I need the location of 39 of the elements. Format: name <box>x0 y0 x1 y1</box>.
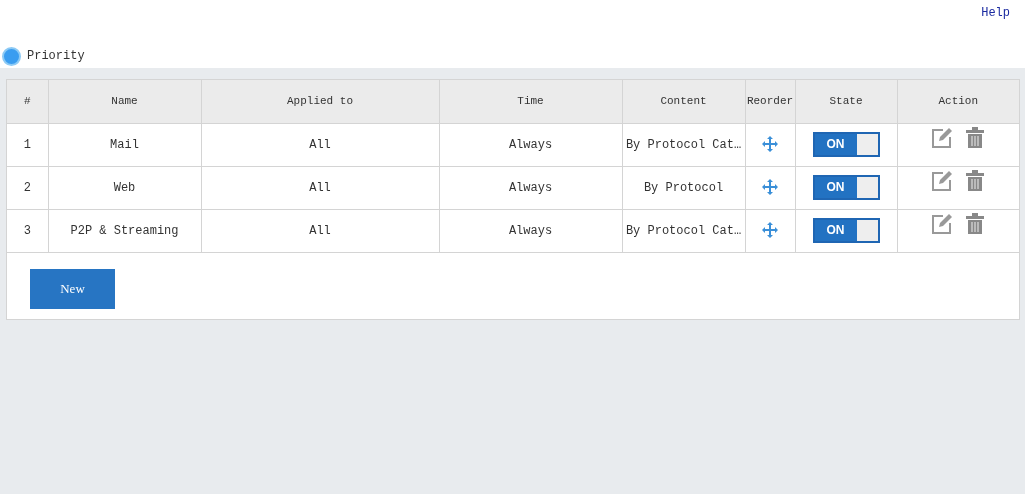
table-cell: Web <box>48 166 201 209</box>
move-icon[interactable] <box>762 222 778 239</box>
table-cell: P2P & Streaming <box>48 209 201 252</box>
new-button[interactable]: New <box>30 268 115 309</box>
table-cell: By Protocol <box>622 166 745 209</box>
section-title: Priority <box>27 48 85 65</box>
table-cell: All <box>201 209 439 252</box>
edit-icon[interactable] <box>932 127 953 148</box>
table-cell: Always <box>439 166 622 209</box>
column-header: State <box>795 80 897 123</box>
edit-icon[interactable] <box>932 170 953 191</box>
edit-icon[interactable] <box>932 213 953 234</box>
move-icon[interactable] <box>762 179 778 196</box>
table-cell: By Protocol Cat… <box>622 209 745 252</box>
column-header: Action <box>897 80 1019 123</box>
table-cell: Always <box>439 123 622 166</box>
table-cell: By Protocol Cat… <box>622 123 745 166</box>
trash-icon[interactable] <box>966 170 985 192</box>
table-cell: All <box>201 123 439 166</box>
move-icon[interactable] <box>762 136 778 153</box>
column-header: Name <box>48 80 201 123</box>
trash-icon[interactable] <box>966 127 985 149</box>
table-cell: 2 <box>7 166 48 209</box>
column-header: Applied to <box>201 80 439 123</box>
state-toggle[interactable]: ON <box>812 175 880 200</box>
column-header: Time <box>439 80 622 123</box>
column-header: # <box>7 80 48 123</box>
column-header: Reorder <box>745 80 795 123</box>
state-toggle[interactable]: ON <box>812 132 880 157</box>
section-icon <box>2 46 21 66</box>
state-toggle[interactable]: ON <box>812 218 880 243</box>
table-cell: Mail <box>48 123 201 166</box>
trash-icon[interactable] <box>966 213 985 235</box>
column-header: Content <box>622 80 745 123</box>
table-cell: 3 <box>7 209 48 252</box>
table-cell: Always <box>439 209 622 252</box>
help-link[interactable]: Help <box>981 4 1010 22</box>
table-cell: 1 <box>7 123 48 166</box>
table-cell: All <box>201 166 439 209</box>
